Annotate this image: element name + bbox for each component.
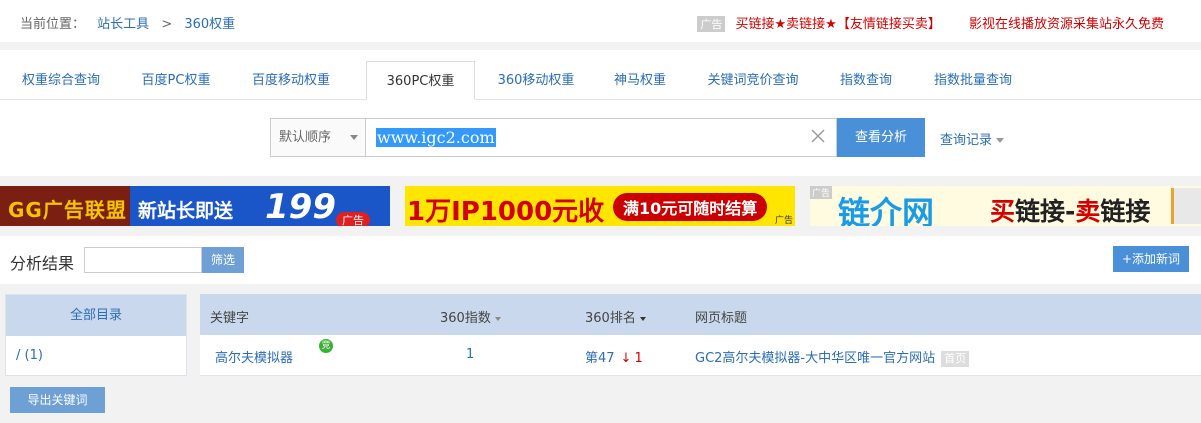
query-history-link[interactable]: 查询记录 [940,129,1005,148]
col-360-rank[interactable]: 360排名 [585,307,646,326]
table-header: 关键字 360指数 360排名 网页标题 [200,294,1201,335]
chevron-down-icon [350,135,358,140]
filter-button[interactable]: 筛选 [202,247,244,273]
order-select[interactable]: 默认顺序 [270,118,366,157]
banner-lianjie-logo: 链介网 [838,194,935,226]
ad-link-buy-sell[interactable]: 买链接★卖链接★【友情链接买卖】 [736,17,941,32]
banner-gg-tag: 广告 [336,212,370,226]
order-select-label: 默认顺序 [279,130,332,145]
rank-change: 1 [634,351,643,366]
tab-weight-overall[interactable]: 权重综合查询 [10,61,112,100]
breadcrumb-home-link[interactable]: 站长工具 [97,17,149,32]
banner-lianjie-ad[interactable]: 广告 链介网 买链接-卖链接 [810,186,1201,226]
sort-icon [494,316,501,321]
breadcrumb-prefix: 当前位置： [20,17,86,32]
results-label: 分析结果 [10,254,75,273]
domain-search-input[interactable]: www.igc2.com [365,118,837,157]
bidding-badge-icon: 竞 [319,339,333,353]
tab-index-query[interactable]: 指数查询 [826,61,906,100]
domain-search-value: www.igc2.com [376,128,496,147]
query-history-label: 查询记录 [940,133,993,148]
results-toolbar: 分析结果 筛选 +添加新词 [0,236,1201,284]
breadcrumb-separator: > [161,17,173,32]
clear-icon[interactable] [810,128,826,144]
breadcrumb: 当前位置： 站长工具 > 360权重 [20,13,235,32]
index-value[interactable]: 1 [466,347,474,362]
tab-shenma[interactable]: 神马权重 [600,61,680,100]
filter-input[interactable] [84,247,202,273]
arrow-down-icon: ↓ [620,351,632,366]
top-ads: 广告 买链接★卖链接★【友情链接买卖】 影视在线播放资源采集站永久免费 [697,13,1164,32]
banner-gg-ad[interactable]: GG广告联盟 新站长即送 199 广告 [0,186,390,226]
analyze-button[interactable]: 查看分析 [837,118,925,157]
search-row: 默认顺序 www.igc2.com 查看分析 查询记录 [0,100,1201,176]
banner-gg-number: 199 [265,187,336,226]
banner-ads: GG广告联盟 新站长即送 199 广告 1万IP1000元收 满10元可随时结算… [0,186,1201,226]
col-360-index[interactable]: 360指数 [440,307,501,326]
banner-ip-text: 1万IP1000元收 [407,197,605,226]
tab-keyword-bidding[interactable]: 关键词竞价查询 [695,61,811,100]
sort-icon [639,316,646,321]
ad-tag: 广告 [697,16,726,32]
tab-baidu-mobile[interactable]: 百度移动权重 [240,61,342,100]
banner-lianjie-slogan: 买链接-卖链接 [990,197,1151,226]
breadcrumb-current[interactable]: 360权重 [184,17,235,32]
directory-row-root[interactable]: / (1) [6,336,186,376]
tab-360-pc[interactable]: 360PC权重 [366,61,475,100]
col-keyword: 关键字 [210,311,250,326]
directory-all[interactable]: 全部目录 [6,295,186,336]
keyword-link[interactable]: 高尔夫模拟器 竞 [215,339,333,366]
banner-lianjie-tag: 广告 [810,186,833,199]
homepage-tag: 首页 [941,351,970,367]
top-bar: 当前位置： 站长工具 > 360权重 广告 买链接★卖链接★【友情链接买卖】 影… [0,0,1201,42]
results-table: 关键字 360指数 360排名 网页标题 高尔夫模拟器 竞 1 第47 ↓ 1 GC… [200,294,1201,376]
add-keyword-button[interactable]: +添加新词 [1113,246,1189,272]
tab-index-batch[interactable]: 指数批量查询 [922,61,1024,100]
banner-gg-brand: GG广告联盟 [8,198,127,222]
tab-baidu-pc[interactable]: 百度PC权重 [125,61,227,100]
banner-ip-ad[interactable]: 1万IP1000元收 满10元可随时结算 广告 [405,186,795,226]
banner-lianjie-edge [1171,188,1201,224]
col-page-title: 网页标题 [695,311,748,326]
tab-bar: 权重综合查询 百度PC权重 百度移动权重 360PC权重 360移动权重 神马权… [0,50,1201,100]
tab-360-mobile[interactable]: 360移动权重 [485,61,587,100]
directory-panel: 全部目录 / (1) [5,294,187,376]
ad-link-video[interactable]: 影视在线播放资源采集站永久免费 [969,17,1164,32]
export-keywords-button[interactable]: 导出关键词 [10,387,105,413]
banner-ip-pill: 满10元可随时结算 [613,193,768,221]
rank-value[interactable]: 第47 ↓ 1 [585,347,643,366]
banner-gg-text: 新站长即送 [138,200,234,222]
page-title-link[interactable]: GC2高尔夫模拟器-大中华区唯一官方网站 首页 [695,347,970,367]
chevron-down-icon [996,138,1005,143]
banner-ip-tag: 广告 [774,216,793,226]
divider [200,375,1201,376]
